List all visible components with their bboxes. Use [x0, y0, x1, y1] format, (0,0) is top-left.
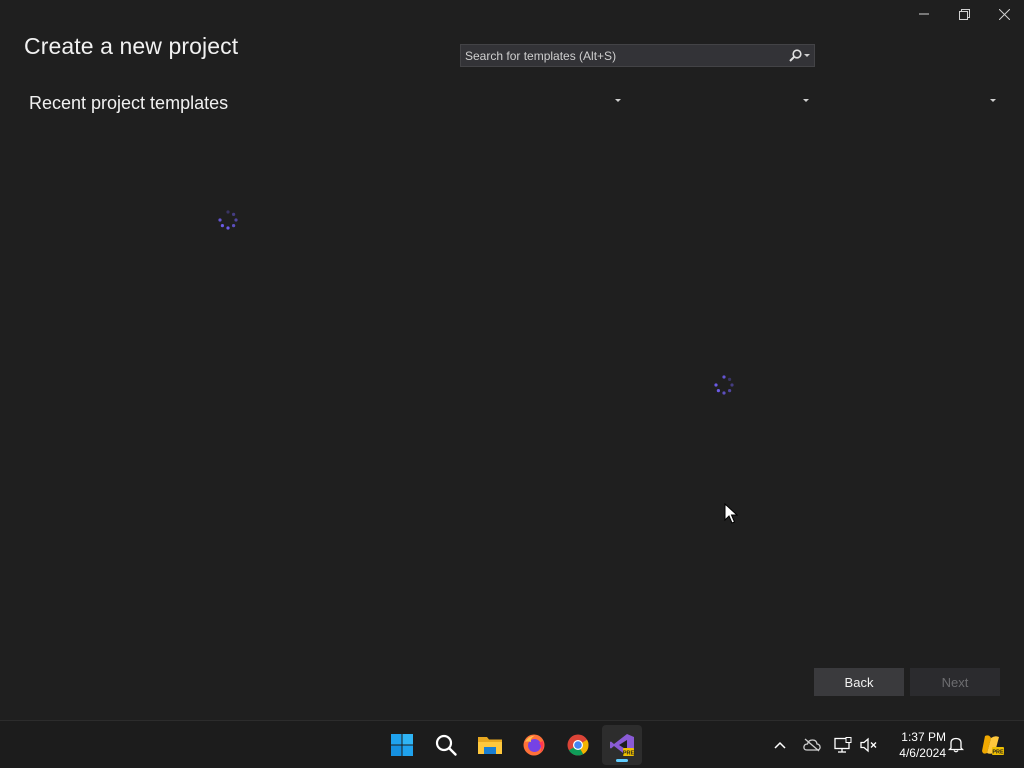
chrome-icon	[567, 734, 589, 756]
template-search-box[interactable]	[460, 44, 815, 67]
onedrive-icon	[803, 738, 821, 751]
taskbar: PRE 1:37 PM 4/6/2024 PRE	[0, 720, 1024, 768]
svg-text:PRE: PRE	[992, 749, 1004, 755]
chevron-down-icon	[803, 98, 809, 102]
onedrive-tray-button[interactable]	[800, 721, 824, 768]
platform-filter-dropdown[interactable]	[649, 91, 813, 109]
visual-studio-button[interactable]: PRE	[602, 725, 642, 765]
minimize-icon	[919, 13, 929, 15]
start-button[interactable]	[382, 725, 422, 765]
file-explorer-icon	[478, 737, 502, 754]
chrome-button[interactable]	[558, 725, 598, 765]
firefox-button[interactable]	[514, 725, 554, 765]
network-tray-button[interactable]	[832, 721, 854, 768]
copilot-preview-button[interactable]: PRE	[978, 721, 1006, 768]
copilot-preview-icon: PRE	[982, 734, 1004, 755]
chevron-down-icon	[615, 98, 621, 102]
network-icon	[834, 736, 852, 753]
clock[interactable]: 1:37 PM 4/6/2024	[884, 729, 946, 761]
back-button[interactable]: Back	[814, 668, 904, 696]
volume-muted-icon	[860, 737, 877, 752]
taskbar-search-button[interactable]	[426, 725, 466, 765]
mouse-cursor-icon	[724, 503, 738, 524]
chevron-down-icon	[990, 98, 996, 102]
minimize-button[interactable]	[904, 0, 944, 28]
next-button[interactable]: Next	[910, 668, 1000, 696]
window-controls	[904, 0, 1024, 28]
close-icon	[998, 8, 1010, 20]
svg-text:PRE: PRE	[623, 751, 635, 757]
search-options-button[interactable]	[784, 45, 814, 66]
clock-time: 1:37 PM	[901, 730, 946, 744]
volume-tray-button[interactable]	[858, 721, 880, 768]
file-explorer-button[interactable]	[470, 725, 510, 765]
notifications-button[interactable]	[946, 721, 966, 768]
project-type-filter-dropdown[interactable]	[837, 91, 1000, 109]
template-search-input[interactable]	[461, 44, 784, 67]
restore-button[interactable]	[944, 0, 984, 28]
bell-icon	[948, 737, 964, 753]
recent-templates-loading-spinner	[218, 210, 238, 230]
visual-studio-preview-icon: PRE	[610, 734, 635, 757]
page-title: Create a new project	[24, 33, 239, 59]
search-icon	[435, 734, 457, 756]
restore-icon	[958, 8, 970, 20]
clock-date: 4/6/2024	[899, 746, 946, 760]
firefox-icon	[523, 734, 545, 756]
create-project-window: Create a new project Recent project temp…	[0, 0, 1024, 720]
active-app-indicator	[616, 759, 628, 762]
language-filter-dropdown[interactable]	[461, 91, 625, 109]
close-button[interactable]	[984, 0, 1024, 28]
show-hidden-icons-button[interactable]	[768, 721, 792, 768]
recent-templates-heading: Recent project templates	[29, 93, 229, 113]
chevron-down-icon	[803, 54, 810, 57]
chevron-up-icon	[774, 741, 786, 749]
windows-start-icon	[391, 734, 413, 756]
templates-loading-spinner	[714, 375, 734, 395]
search-icon	[788, 49, 802, 62]
